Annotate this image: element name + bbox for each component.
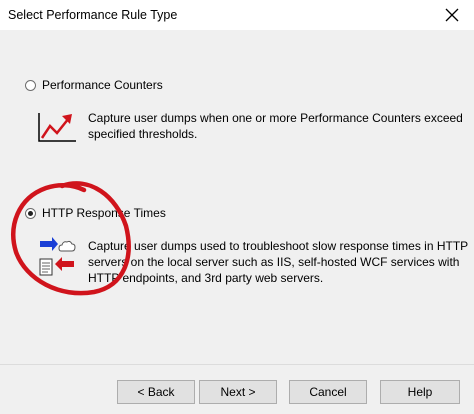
next-button[interactable]: Next > (199, 380, 277, 404)
http-request-response-icon (39, 237, 76, 276)
option-description-http-response-times: Capture user dumps used to troubleshoot … (88, 238, 468, 286)
radio-performance-counters[interactable] (25, 79, 36, 91)
close-icon (445, 8, 459, 22)
description-line: servers on the local server such as IIS,… (88, 255, 460, 269)
description-line: specified thresholds. (88, 127, 198, 141)
title-bar: Select Performance Rule Type (0, 0, 474, 30)
option-label-http-response-times: HTTP Response Times (42, 206, 166, 220)
help-button[interactable]: Help (380, 380, 460, 404)
window-title: Select Performance Rule Type (8, 8, 178, 22)
close-button[interactable] (430, 0, 474, 30)
back-button[interactable]: < Back (117, 380, 195, 404)
button-divider (0, 364, 474, 365)
option-performance-counters[interactable]: Performance Counters (25, 78, 163, 92)
radio-http-response-times[interactable] (25, 207, 36, 219)
option-description-performance-counters: Capture user dumps when one or more Perf… (88, 110, 463, 142)
description-line: Capture user dumps when one or more Perf… (88, 111, 463, 125)
description-line: Capture user dumps used to troubleshoot … (88, 239, 469, 253)
option-label-performance-counters: Performance Counters (42, 78, 163, 92)
option-http-response-times[interactable]: HTTP Response Times (25, 206, 166, 220)
cancel-button[interactable]: Cancel (289, 380, 367, 404)
trend-chart-icon (38, 113, 76, 142)
dialog-content: Performance Counters Capture user dumps … (0, 30, 474, 414)
description-line: HTTP endpoints, and 3rd party web server… (88, 271, 324, 285)
